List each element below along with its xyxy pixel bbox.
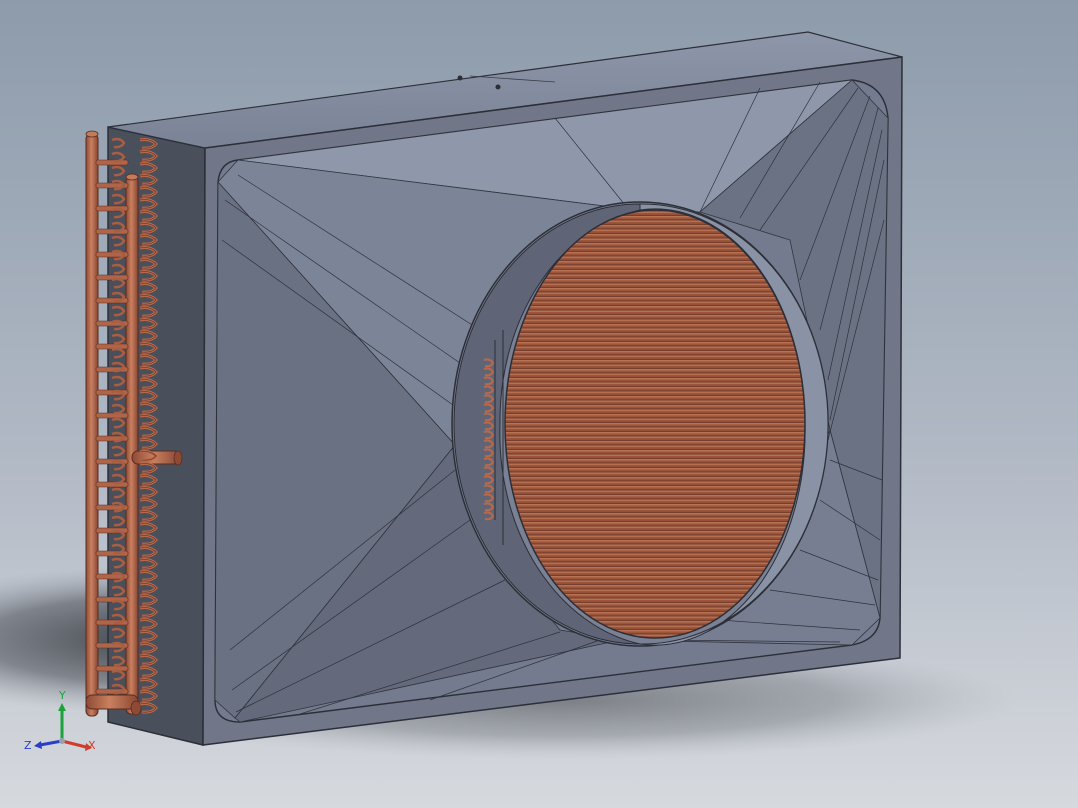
mounting-hole-icon <box>495 84 501 90</box>
x-axis-label: X <box>88 739 96 752</box>
header-pipe-right <box>125 175 139 715</box>
heat-exchanger-model[interactable] <box>0 0 1078 808</box>
header-pipe-left <box>85 133 99 717</box>
z-axis-label: Z <box>24 739 32 752</box>
cad-viewport[interactable]: Y X Z <box>0 0 1078 808</box>
header-rung <box>95 412 129 419</box>
y-axis-label: Y <box>58 689 66 702</box>
axis-triad: Y X Z <box>24 689 96 752</box>
header-rung <box>95 159 129 166</box>
header-rung <box>95 343 129 350</box>
header-rung <box>95 481 129 488</box>
z-axis-arrow <box>39 739 63 747</box>
x-axis-arrow <box>61 739 87 749</box>
header-rung <box>95 665 129 672</box>
mounting-hole-icon <box>457 75 463 81</box>
